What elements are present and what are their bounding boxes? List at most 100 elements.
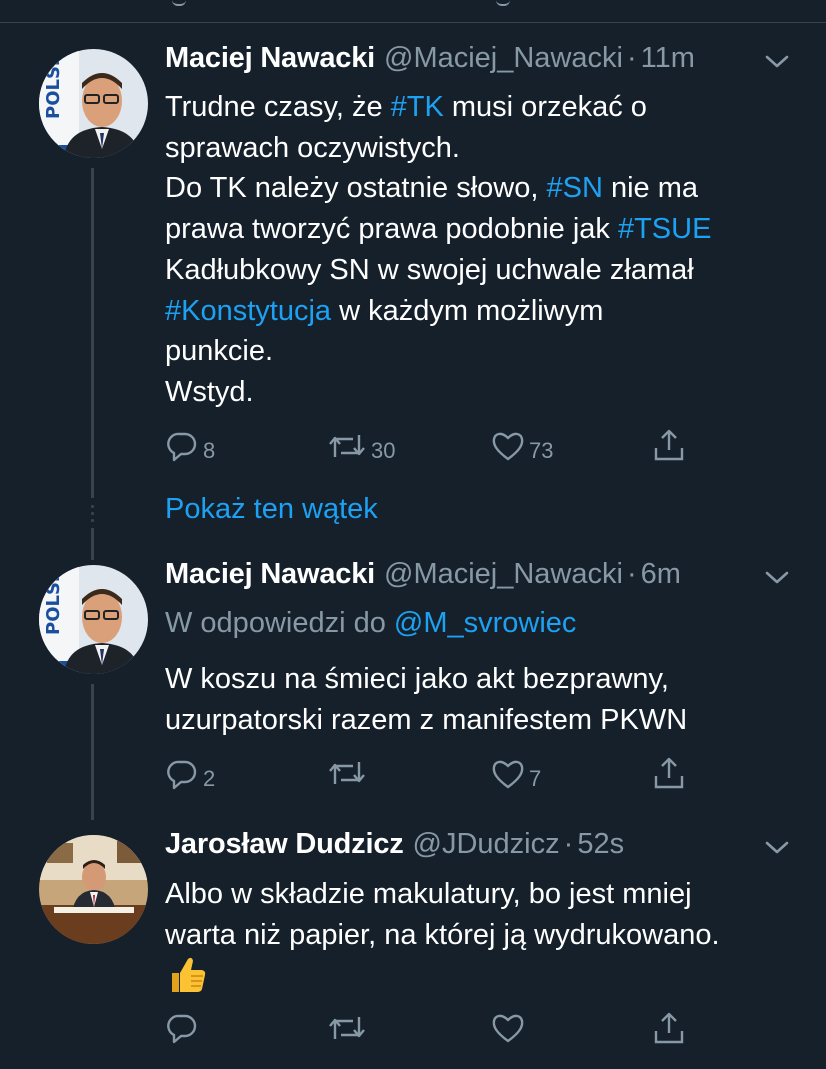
avatar-badge-text: POLSKA (43, 565, 64, 635)
tweet-text: Albo w składzie makulatury, bo jest mnie… (165, 874, 805, 955)
reply-button[interactable]: 2 (165, 756, 215, 792)
separator: · (626, 558, 637, 590)
avatar[interactable]: POLSKA (39, 49, 148, 158)
tweet-header: Maciej Nawacki @Maciej_Nawacki · 11m (165, 42, 695, 82)
hashtag-link[interactable]: #Konstytucja (165, 295, 331, 327)
tweet-text-segment: Do TK należy ostatnie słowo, (165, 172, 547, 205)
reply-icon[interactable] (172, 0, 186, 6)
reply-button[interactable] (165, 1011, 203, 1045)
avatar[interactable] (39, 835, 148, 944)
tweet-text-line: sprawach oczywistych. (165, 128, 805, 169)
tweet-text-line: uzurpatorski razem z manifestem PKWN (165, 700, 805, 741)
display-name[interactable]: Jarosław Dudzicz (165, 828, 404, 861)
timestamp[interactable]: 11m (641, 42, 695, 75)
tweet-header: Maciej Nawacki @Maciej_Nawacki · 6m (165, 558, 681, 598)
tweet-text-segment: musi orzekać o (443, 91, 647, 123)
tweet-text-segment: punkcie. (165, 335, 274, 368)
tweet-text: W koszu na śmieci jako akt bezprawny, uzu… (165, 659, 805, 740)
tweet-actions (165, 1011, 705, 1051)
tweet-text-segment: uzurpatorski razem z manifestem PKWN (165, 703, 688, 736)
share-button[interactable] (652, 756, 686, 790)
thumbs-up-emoji (166, 953, 208, 995)
hashtag-link[interactable]: #TK (391, 91, 444, 123)
share-button[interactable] (652, 428, 686, 462)
like-icon (492, 1014, 524, 1043)
tweet-text-line: Do TK należy ostatnie słowo, #SN nie ma (165, 168, 805, 209)
tweet-text-segment: Wstyd. (165, 375, 254, 408)
handle[interactable]: @Maciej_Nawacki (384, 558, 623, 591)
reply-count: 8 (203, 438, 216, 463)
retweet-count: 30 (371, 438, 396, 463)
reply-prefix: W odpowiedzi do (165, 607, 394, 639)
share-icon (654, 1012, 684, 1044)
reply-count: 2 (203, 766, 216, 791)
tweet-text: Trudne czasy, że #TK musi orzekać o spraw… (165, 87, 805, 413)
like-button[interactable] (491, 1011, 529, 1045)
chevron-down-icon[interactable] (763, 52, 791, 72)
tweet-text-line: Kadłubkowy SN w swojej uchwale złamał (165, 250, 805, 291)
reply-icon (167, 432, 197, 462)
reply-icon (167, 760, 197, 790)
thread-gap-dots (91, 505, 94, 526)
tweet-text-line: punkcie. (165, 331, 805, 372)
chevron-down-icon[interactable] (763, 838, 791, 858)
tweet-text-segment: w każdym możliwym (331, 294, 604, 327)
hashtag-link[interactable]: #SN (547, 172, 603, 204)
tweet-text-segment: sprawach oczywistych. (165, 131, 460, 164)
tweet-text-segment: Kadłubkowy SN w swojej uchwale złamał (165, 253, 694, 286)
tweet-text-line: Albo w składzie makulatury, bo jest mnie… (165, 874, 805, 915)
retweet-button[interactable] (327, 1011, 371, 1045)
divider (0, 22, 826, 23)
retweet-icon (329, 1017, 365, 1039)
tweet-text-line: #Konstytucja w każdym możliwym (165, 291, 805, 332)
like-icon[interactable] (496, 0, 510, 6)
like-icon (492, 760, 524, 789)
tweet-text-segment: prawa tworzyć prawa podobnie jak (165, 213, 618, 246)
previous-tweet-actions (0, 0, 826, 10)
tweet-text-segment: warta niż papier, na której ją wydrukowa… (165, 918, 720, 951)
thread-line (91, 168, 94, 498)
tweet-text-line: W koszu na śmieci jako akt bezprawny, (165, 659, 805, 700)
tweet-text-segment: Albo w składzie makulatury, bo jest mnie… (165, 878, 692, 910)
tweet-text-line: warta niż papier, na której ją wydrukowa… (165, 915, 805, 956)
retweet-button[interactable]: 30 (327, 428, 395, 464)
tweet-text-segment: W koszu na śmieci jako akt bezprawny, (165, 663, 669, 695)
like-count: 73 (529, 438, 554, 463)
profile-photo-avatar: POLSKA (39, 565, 148, 674)
tweet-text-segment: Trudne czasy, że (165, 91, 391, 123)
tweet-header: Jarosław Dudzicz @JDudzicz · 52s (165, 828, 624, 868)
share-button[interactable] (652, 1011, 686, 1045)
retweet-button[interactable] (327, 756, 371, 790)
handle[interactable]: @Maciej_Nawacki (384, 42, 623, 75)
tweet-actions: 8 30 73 (165, 428, 705, 468)
thread-line (91, 528, 94, 560)
avatar[interactable]: POLSKA (39, 565, 148, 674)
reply-button[interactable]: 8 (165, 428, 215, 464)
like-button[interactable]: 7 (491, 756, 541, 792)
avatar-badge-text: POLSKA (43, 49, 64, 119)
timestamp[interactable]: 6m (641, 558, 681, 591)
display-name[interactable]: Maciej Nawacki (165, 42, 375, 75)
reply-context: W odpowiedzi do @M_svrowiec (165, 607, 576, 640)
separator: · (563, 828, 574, 860)
tweet-text-line: prawa tworzyć prawa podobnie jak #TSUE (165, 209, 805, 250)
show-thread-link[interactable]: Pokaż ten wątek (165, 493, 378, 526)
chevron-down-icon[interactable] (763, 568, 791, 588)
hashtag-link[interactable]: #TSUE (618, 213, 711, 245)
profile-photo-avatar (39, 835, 148, 944)
tweet-text-line: Wstyd. (165, 372, 805, 413)
display-name[interactable]: Maciej Nawacki (165, 558, 375, 591)
separator: · (626, 42, 637, 74)
timestamp[interactable]: 52s (577, 828, 624, 861)
like-count: 7 (529, 766, 542, 791)
like-button[interactable]: 73 (491, 428, 553, 464)
tweet-text-segment: nie ma (602, 172, 699, 205)
mention-link[interactable]: @M_svrowiec (394, 607, 577, 639)
thread-line (91, 684, 94, 820)
handle[interactable]: @JDudzicz (413, 828, 560, 861)
profile-photo-avatar: POLSKA (39, 49, 148, 158)
reply-icon (167, 1014, 197, 1044)
tweet-actions: 2 7 (165, 756, 705, 796)
retweet-icon (329, 435, 365, 457)
like-icon (492, 432, 524, 461)
